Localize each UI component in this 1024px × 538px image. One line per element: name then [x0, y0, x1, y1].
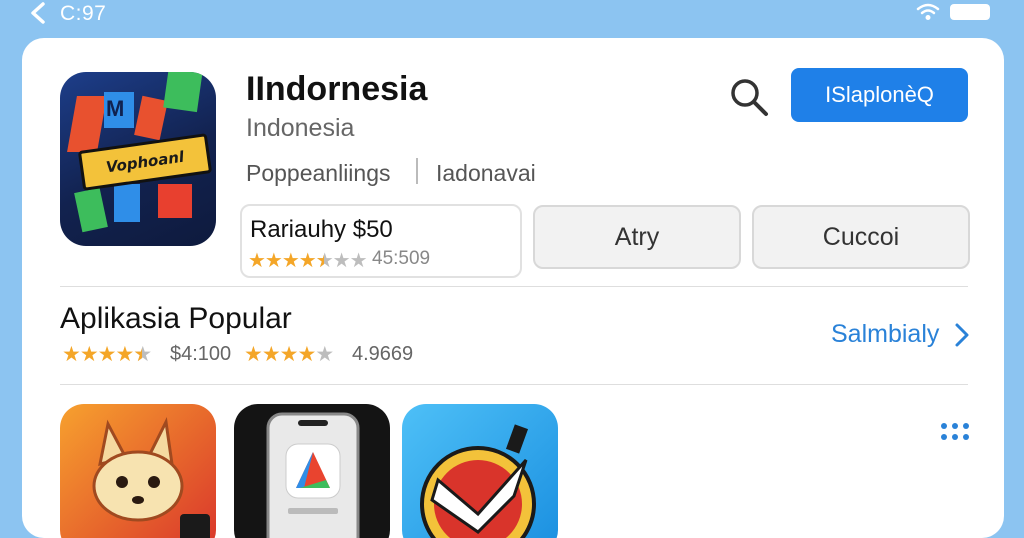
meta-divider — [416, 158, 418, 184]
status-bar: C:97 — [0, 0, 1024, 28]
app-detail-card: M Vophoanl IIndornesia Indonesia Poppean… — [22, 38, 1004, 538]
app-subtitle: Indonesia — [246, 114, 355, 142]
check-app-icon — [420, 424, 536, 538]
star-rating-icon: ★★★★★ — [244, 343, 334, 366]
star-rating-icon: ★★★★★★ — [62, 343, 152, 366]
section-rating-1: $4:100 — [170, 343, 232, 365]
divider — [60, 286, 968, 287]
wifi-icon — [916, 3, 940, 20]
try-button[interactable]: Atry — [533, 205, 741, 269]
app-category[interactable]: Iadonavai — [436, 160, 536, 187]
app-tile-fox[interactable] — [60, 404, 216, 538]
app-tile-phone[interactable] — [234, 404, 390, 538]
price-label: Rariauhy $50 — [250, 216, 393, 243]
back-chevron-icon[interactable] — [28, 2, 50, 24]
star-rating-icon: ★★★★★★★★ — [248, 250, 368, 272]
search-icon[interactable] — [728, 76, 770, 118]
phone-app-icon — [266, 412, 360, 538]
fox-mascot-icon — [92, 417, 210, 538]
divider — [60, 384, 968, 385]
status-time: C:97 — [60, 2, 107, 25]
get-button[interactable]: ISlaplonѐQ — [791, 68, 968, 122]
chevron-right-icon[interactable] — [954, 322, 970, 348]
section-title: Aplikasia Popular — [60, 302, 292, 335]
app-icon-letter: M — [106, 96, 125, 121]
more-options-icon[interactable] — [940, 422, 970, 442]
see-all-link[interactable]: Salmbialy — [831, 320, 939, 349]
app-title: IIndornesia — [246, 70, 428, 108]
battery-icon — [950, 4, 990, 20]
cancel-button[interactable]: Cuccoi — [752, 205, 970, 269]
app-developer[interactable]: Poppeanliings — [246, 160, 391, 187]
app-icon: M Vophoanl — [60, 72, 216, 246]
section-rating-2: 4.9669 — [352, 343, 414, 365]
price-rating-box[interactable]: Rariauhy $50 ★★★★★★★★ 45:509 — [240, 204, 522, 278]
rating-value: 45:509 — [372, 248, 431, 269]
app-tile-check[interactable] — [402, 404, 558, 538]
